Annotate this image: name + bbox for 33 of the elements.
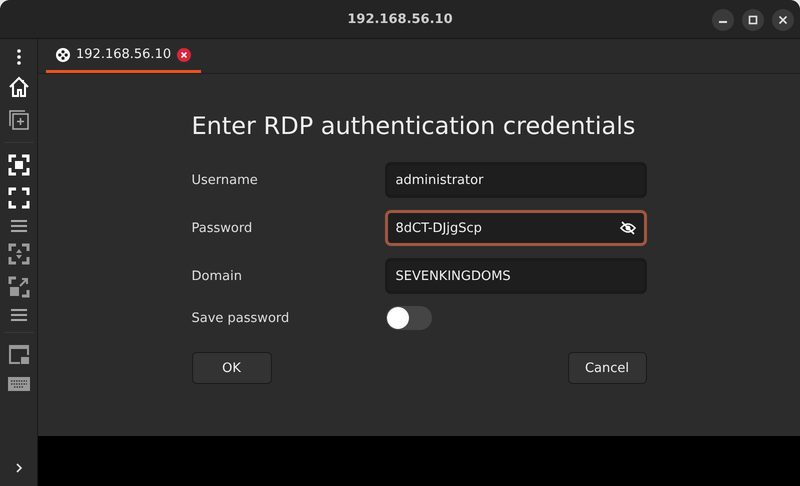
more-icon[interactable]: [16, 49, 20, 65]
connection-icon: [56, 48, 70, 62]
input-field[interactable]: administrator: [384, 162, 646, 198]
toggle-switch[interactable]: [386, 306, 432, 330]
dialog-button[interactable]: OK: [192, 352, 272, 384]
field-label: Domain: [192, 268, 242, 284]
maximize-button[interactable]: [742, 9, 764, 31]
tab-label: 192.168.56.10: [76, 47, 172, 62]
fullscreen-icon[interactable]: [8, 187, 30, 209]
home-icon[interactable]: [8, 76, 30, 98]
fit-screen-icon[interactable]: [8, 154, 30, 176]
field-label: Password: [192, 220, 252, 236]
chevron-right-icon[interactable]: [14, 462, 22, 474]
window-icon[interactable]: [8, 344, 30, 366]
maximize-icon: [748, 15, 758, 25]
minimize-button[interactable]: [712, 9, 734, 31]
resize-icon[interactable]: [8, 276, 30, 298]
close-tab-icon[interactable]: [177, 48, 192, 62]
menu-icon[interactable]: [10, 309, 26, 321]
window-title: 192.168.56.10: [347, 12, 453, 26]
keyboard-icon[interactable]: [8, 377, 30, 391]
input-field[interactable]: SEVENKINGDOMS: [384, 258, 646, 294]
close-button[interactable]: [772, 9, 794, 31]
add-window-icon[interactable]: [8, 109, 30, 131]
close-icon: [778, 15, 788, 25]
dialog-title: Enter RDP authentication credentials: [192, 112, 636, 140]
field-label: Save password: [192, 310, 290, 326]
scale-icon[interactable]: [8, 243, 30, 265]
menu-icon[interactable]: [10, 220, 26, 232]
password-field[interactable]: 8dCT-DJjgScp: [384, 210, 646, 246]
dialog-button[interactable]: Cancel: [568, 352, 646, 384]
field-label: Username: [192, 172, 258, 188]
hide-password-icon[interactable]: [620, 221, 636, 235]
